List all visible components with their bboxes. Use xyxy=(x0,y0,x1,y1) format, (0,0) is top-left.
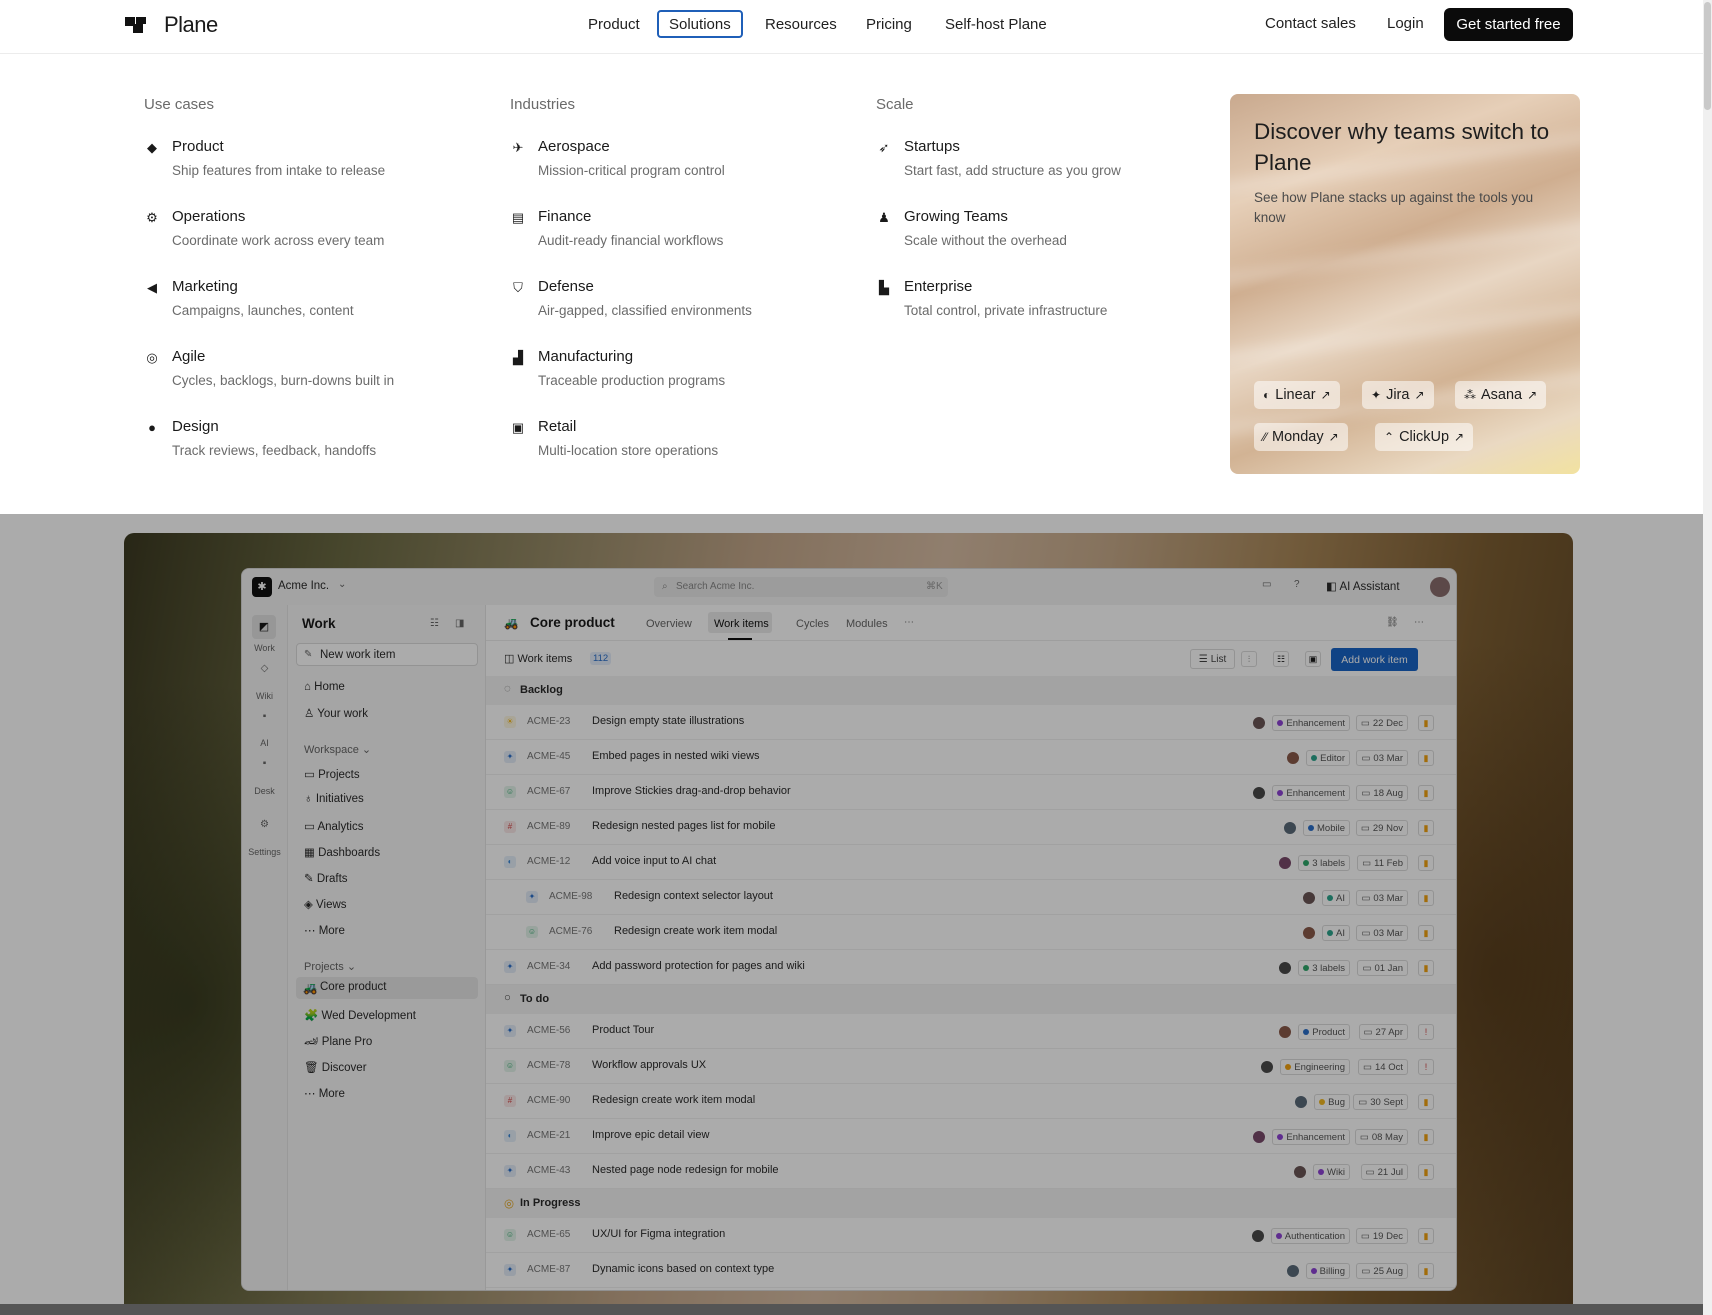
nav-self-host[interactable]: Self-host Plane xyxy=(935,10,1057,38)
factory-icon: ▟ xyxy=(513,350,523,365)
compare-linear-chip[interactable]: ◐ Linear ↗ xyxy=(1254,381,1340,409)
menu-item-desc: Track reviews, feedback, handoffs xyxy=(172,443,377,458)
building-icon: ▙ xyxy=(879,280,889,295)
menu-item-desc: Campaigns, launches, content xyxy=(172,303,354,318)
compare-clickup-chip[interactable]: ⌃ ClickUp ↗ xyxy=(1375,423,1474,451)
nav-resources[interactable]: Resources xyxy=(755,10,847,38)
nav-product[interactable]: Product xyxy=(578,10,650,38)
menu-item-title: Enterprise xyxy=(904,278,973,295)
arrow-up-right-icon: ↗ xyxy=(1527,388,1538,402)
megaphone-icon: ◀ xyxy=(147,280,157,295)
cube-icon: ◆ xyxy=(147,140,157,155)
jira-icon: ✦ xyxy=(1371,388,1382,402)
users-icon: ♟ xyxy=(878,210,890,225)
compare-jira-chip[interactable]: ✦ Jira ↗ xyxy=(1362,381,1434,409)
login-link[interactable]: Login xyxy=(1387,15,1424,32)
menu-item-title: Growing Teams xyxy=(904,208,1008,225)
menu-item-desc: Coordinate work across every team xyxy=(172,233,385,248)
palette-icon: ● xyxy=(148,420,156,435)
menu-item-desc: Air-gapped, classified environments xyxy=(538,303,752,318)
shield-icon: ⛉ xyxy=(513,280,523,295)
menu-item-title: Product xyxy=(172,138,224,155)
monday-icon: ⁄⁄ xyxy=(1263,430,1268,444)
use-cases-heading: Use cases xyxy=(144,96,215,113)
arrow-up-right-icon: ↗ xyxy=(1414,388,1425,402)
menu-item-desc: Start fast, add structure as you grow xyxy=(904,163,1121,178)
menu-item-desc: Multi-location store operations xyxy=(538,443,719,458)
chip-label: ClickUp xyxy=(1399,429,1450,445)
store-icon: ▣ xyxy=(511,420,525,435)
plane-icon: ✈ xyxy=(512,140,524,155)
arrow-up-right-icon: ↗ xyxy=(1320,388,1331,402)
asana-icon: ⁂ xyxy=(1464,388,1476,402)
vertical-scrollbar-thumb[interactable] xyxy=(1704,2,1711,110)
menu-item-title: Operations xyxy=(172,208,246,225)
chip-label: Monday xyxy=(1272,429,1324,445)
gear-icon: ⚙ xyxy=(146,210,158,225)
compare-monday-chip[interactable]: ⁄⁄ Monday ↗ xyxy=(1254,423,1348,451)
menu-item-desc: Traceable production programs xyxy=(538,373,726,388)
plane-logo-icon xyxy=(125,17,146,33)
horizontal-scrollbar[interactable] xyxy=(0,1304,1703,1315)
menu-item-title: Agile xyxy=(172,348,206,365)
menu-item-desc: Total control, private infrastructure xyxy=(904,303,1108,318)
plane-logo[interactable]: Plane xyxy=(124,12,218,38)
database-icon: ▤ xyxy=(511,210,525,225)
arrow-up-right-icon: ↗ xyxy=(1454,430,1465,444)
menu-item-desc: Ship features from intake to release xyxy=(172,163,386,178)
contact-sales-link[interactable]: Contact sales xyxy=(1265,15,1356,32)
comparison-promo-card[interactable]: Discover why teams switch to Plane See h… xyxy=(1230,94,1580,474)
industries-heading: Industries xyxy=(510,96,576,113)
nav-solutions[interactable]: Solutions xyxy=(657,10,743,38)
compare-asana-chip[interactable]: ⁂ Asana ↗ xyxy=(1455,381,1547,409)
promo-desc: See how Plane stacks up against the tool… xyxy=(1254,190,1534,225)
menu-item-title: Startups xyxy=(904,138,960,155)
chip-label: Jira xyxy=(1386,387,1410,403)
promo-streak xyxy=(1230,292,1580,370)
menu-item-title: Marketing xyxy=(172,278,238,295)
solutions-mega-menu: Use cases Industries Scale ◆ Product Shi… xyxy=(0,54,1703,514)
rocket-icon: ➶ xyxy=(878,140,890,155)
get-started-button[interactable]: Get started free xyxy=(1444,8,1573,41)
menu-item-desc: Audit-ready financial workflows xyxy=(538,233,724,248)
promo-title: Discover why teams switch to Plane xyxy=(1254,119,1550,175)
menu-item-desc: Scale without the overhead xyxy=(904,233,1067,248)
menu-item-desc: Cycles, backlogs, burn-downs built in xyxy=(172,373,395,388)
menu-item-title: Defense xyxy=(538,278,594,295)
menu-item-title: Retail xyxy=(538,418,577,435)
clickup-icon: ⌃ xyxy=(1384,430,1395,444)
menu-item-title: Design xyxy=(172,418,219,435)
menu-item-title: Finance xyxy=(538,208,592,225)
vertical-scrollbar[interactable] xyxy=(1703,0,1712,1315)
menu-item-desc: Mission-critical program control xyxy=(538,163,725,178)
chip-label: Asana xyxy=(1481,387,1523,403)
arrow-up-right-icon: ↗ xyxy=(1328,430,1339,444)
nav-pricing[interactable]: Pricing xyxy=(856,10,922,38)
menu-backdrop[interactable] xyxy=(0,514,1703,1315)
menu-item-title: Aerospace xyxy=(538,138,610,155)
logo-text: Plane xyxy=(164,12,218,37)
site-header: Plane Product Solutions Resources Pricin… xyxy=(0,0,1703,54)
chip-label: Linear xyxy=(1275,387,1316,403)
target-icon: ◎ xyxy=(146,350,158,365)
linear-icon: ◐ xyxy=(1263,388,1271,402)
scale-heading: Scale xyxy=(876,96,914,113)
menu-item-title: Manufacturing xyxy=(538,348,634,365)
